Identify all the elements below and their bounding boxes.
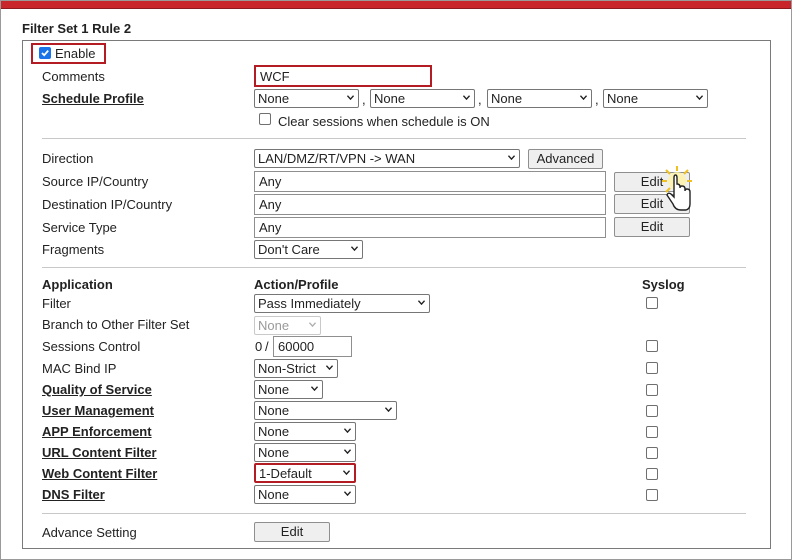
macbind-syslog-checkbox[interactable] — [646, 362, 658, 374]
filter-label: Filter — [42, 296, 71, 311]
qos-syslog-checkbox[interactable] — [646, 384, 658, 396]
page-title: Filter Set 1 Rule 2 — [22, 21, 132, 36]
appenf-value: None — [258, 424, 290, 439]
top-header-bar — [0, 0, 792, 9]
schedule-profile-select-4[interactable]: None — [603, 89, 708, 108]
chevron-down-icon — [463, 95, 470, 101]
filter-syslog-checkbox[interactable] — [646, 297, 658, 309]
syslog-header: Syslog — [642, 277, 685, 292]
check-icon — [41, 50, 49, 57]
dns-filter-link[interactable]: DNS Filter — [42, 487, 105, 503]
schedule-separator-3: , — [595, 92, 599, 107]
app-enforcement-select[interactable]: None — [254, 422, 356, 441]
app-enforcement-link[interactable]: APP Enforcement — [42, 424, 152, 440]
source-ip-input[interactable]: Any — [254, 171, 606, 192]
url-content-filter-link[interactable]: URL Content Filter — [42, 445, 157, 461]
schedule-3-value: None — [491, 91, 523, 106]
web-content-filter-select[interactable]: 1-Default — [254, 463, 356, 483]
branch-filter-set-label: Branch to Other Filter Set — [42, 317, 190, 332]
destination-ip-input[interactable]: Any — [254, 194, 606, 215]
chevron-down-icon — [326, 365, 333, 371]
advance-setting-label: Advance Setting — [42, 525, 137, 540]
macbind-value: Non-Strict — [258, 361, 316, 376]
application-header: Application — [42, 277, 113, 292]
fragments-value: Don't Care — [258, 242, 320, 257]
dnsf-syslog-checkbox[interactable] — [646, 489, 658, 501]
chevron-down-icon — [311, 386, 318, 392]
filter-value: Pass Immediately — [258, 296, 361, 311]
urlcf-value: None — [258, 445, 290, 460]
schedule-4-value: None — [607, 91, 639, 106]
destination-ip-label: Destination IP/Country — [42, 197, 173, 212]
schedule-1-value: None — [258, 91, 290, 106]
mac-bind-ip-select[interactable]: Non-Strict — [254, 359, 338, 378]
schedule-profile-select-1[interactable]: None — [254, 89, 359, 108]
chevron-down-icon — [344, 491, 351, 497]
qos-link[interactable]: Quality of Service — [42, 382, 152, 398]
chevron-down-icon — [344, 449, 351, 455]
direction-select[interactable]: LAN/DMZ/RT/VPN -> WAN — [254, 149, 520, 168]
advance-setting-edit-button[interactable]: Edit — [254, 522, 330, 542]
chevron-down-icon — [344, 428, 351, 434]
hand-cursor-icon — [662, 166, 692, 211]
filter-select[interactable]: Pass Immediately — [254, 294, 430, 313]
schedule-profile-select-3[interactable]: None — [487, 89, 592, 108]
urlcf-syslog-checkbox[interactable] — [646, 447, 658, 459]
section-divider-3 — [42, 513, 746, 514]
appenf-syslog-checkbox[interactable] — [646, 426, 658, 438]
comments-label: Comments — [42, 69, 105, 84]
branch-filter-set-select: None — [254, 316, 321, 335]
service-edit-button[interactable]: Edit — [614, 217, 690, 237]
user-management-select[interactable]: None — [254, 401, 397, 420]
fragments-label: Fragments — [42, 242, 105, 257]
chevron-down-icon — [696, 95, 703, 101]
schedule-profile-link[interactable]: Schedule Profile — [42, 91, 144, 107]
chevron-down-icon — [385, 407, 392, 413]
web-content-filter-link[interactable]: Web Content Filter — [42, 466, 157, 482]
dnsf-value: None — [258, 487, 290, 502]
direction-label: Direction — [42, 151, 94, 166]
action-profile-header: Action/Profile — [254, 277, 339, 292]
schedule-profile-select-2[interactable]: None — [370, 89, 475, 108]
usermgmt-syslog-checkbox[interactable] — [646, 405, 658, 417]
comments-input[interactable]: WCF — [254, 65, 432, 87]
schedule-2-value: None — [374, 91, 406, 106]
source-ip-label: Source IP/Country — [42, 174, 149, 189]
sessions-current: 0 — [255, 339, 263, 354]
mac-bind-ip-label: MAC Bind IP — [42, 361, 117, 376]
direction-value: LAN/DMZ/RT/VPN -> WAN — [258, 151, 416, 166]
sessions-control-label: Sessions Control — [42, 339, 141, 354]
qos-select[interactable]: None — [254, 380, 323, 399]
webcf-syslog-checkbox[interactable] — [646, 468, 658, 480]
clear-sessions-checkbox[interactable] — [259, 113, 271, 125]
chevron-down-icon — [580, 95, 587, 101]
chevron-down-icon — [351, 246, 358, 252]
chevron-down-icon — [418, 300, 425, 306]
section-divider-2 — [42, 267, 746, 268]
user-management-link[interactable]: User Management — [42, 403, 154, 419]
usermgmt-value: None — [258, 403, 290, 418]
chevron-down-icon — [309, 322, 316, 328]
advanced-button[interactable]: Advanced — [528, 149, 603, 169]
schedule-separator-2: , — [478, 92, 482, 107]
sessions-separator: / — [265, 339, 269, 354]
clear-sessions-label: Clear sessions when schedule is ON — [278, 114, 490, 129]
qos-value: None — [258, 382, 290, 397]
service-type-input[interactable]: Any — [254, 217, 606, 238]
enable-checkbox[interactable] — [39, 47, 51, 59]
dns-filter-select[interactable]: None — [254, 485, 356, 504]
enable-label: Enable — [55, 46, 96, 61]
webcf-value: 1-Default — [259, 466, 312, 481]
branch-value: None — [258, 318, 290, 333]
chevron-down-icon — [347, 95, 354, 101]
url-content-filter-select[interactable]: None — [254, 443, 356, 462]
sessions-syslog-checkbox[interactable] — [646, 340, 658, 352]
schedule-separator-1: , — [362, 92, 366, 107]
section-divider-1 — [42, 138, 746, 139]
sessions-max-input[interactable]: 60000 — [273, 336, 352, 357]
chevron-down-icon — [343, 470, 350, 476]
fragments-select[interactable]: Don't Care — [254, 240, 363, 259]
service-type-label: Service Type — [42, 220, 117, 235]
chevron-down-icon — [508, 155, 515, 161]
